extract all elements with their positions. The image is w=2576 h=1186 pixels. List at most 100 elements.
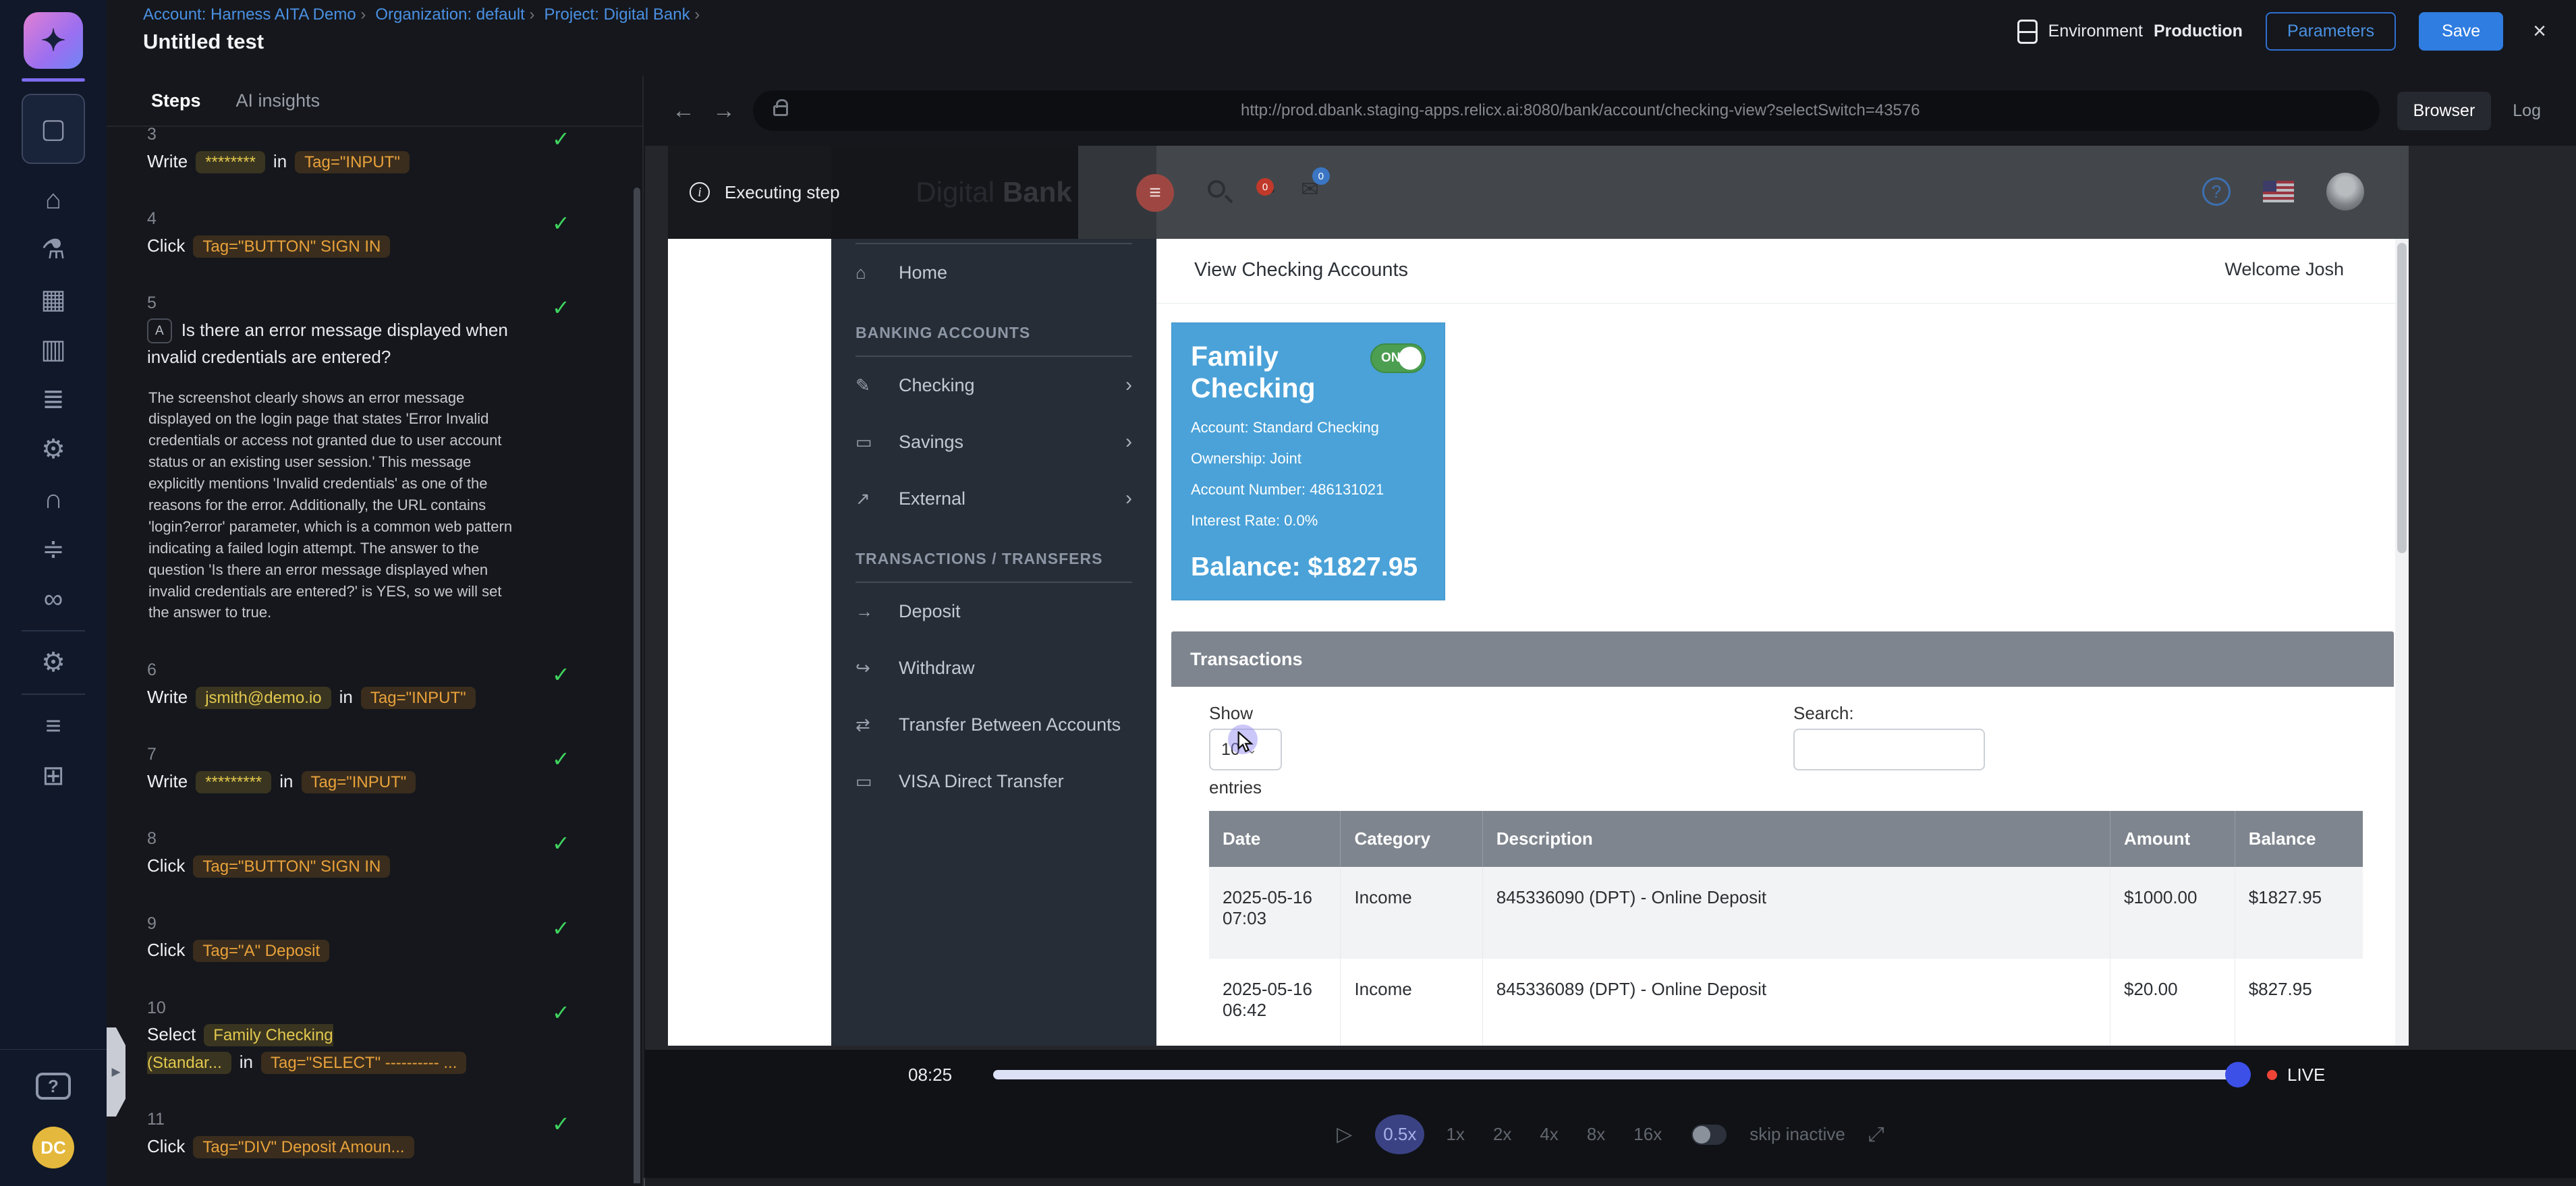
- steps-scrollbar[interactable]: [634, 188, 640, 1183]
- sidebar-item-visa-direct-transfer[interactable]: ▭ VISA Direct Transfer: [831, 753, 1156, 810]
- table-column-header[interactable]: Date: [1209, 811, 1341, 867]
- progress-thumb[interactable]: [2225, 1062, 2251, 1088]
- speed-option[interactable]: 4x: [1533, 1119, 1565, 1150]
- user-avatar[interactable]: DC: [32, 1127, 74, 1168]
- step-row[interactable]: 11ClickTag="DIV" Deposit Amoun...: [147, 1100, 605, 1166]
- gear-icon[interactable]: ⚙: [22, 424, 85, 474]
- forward-icon[interactable]: →: [712, 98, 735, 124]
- sidebar-item-external[interactable]: ↗ External ›: [831, 470, 1156, 527]
- step-row[interactable]: 9ClickTag="A" Deposit: [147, 904, 605, 971]
- home-icon: ⌂: [856, 262, 899, 283]
- step-row[interactable]: 7Write*********inTag="INPUT": [147, 735, 605, 801]
- page-size-select[interactable]: 10 ⌄: [1209, 729, 1282, 770]
- cell-category: Income: [1341, 867, 1482, 959]
- view-mode-tab[interactable]: Browser: [2397, 92, 2492, 130]
- transactions-table: DateCategoryDescriptionAmountBalance 202…: [1209, 811, 2363, 1046]
- breadcrumb: Account: Harness AITA Demo › Organizatio…: [143, 5, 700, 24]
- sidebar-item-home[interactable]: ⌂ Home: [831, 244, 1156, 301]
- table-column-header[interactable]: Description: [1482, 811, 2110, 867]
- list-icon[interactable]: ≣: [22, 374, 85, 424]
- us-flag-icon[interactable]: [2263, 181, 2294, 202]
- save-button[interactable]: Save: [2419, 12, 2503, 51]
- speed-option[interactable]: 8x: [1580, 1119, 1612, 1150]
- rail-divider[interactable]: [22, 687, 85, 701]
- page-scrollbar[interactable]: [2395, 239, 2409, 1046]
- playback-controls: ▷ 0.5x1x2x4x8x16x skip inactive ⤢: [645, 1114, 2576, 1154]
- sidebar-item-transfer-between-accounts[interactable]: ⇄ Transfer Between Accounts: [831, 696, 1156, 753]
- step-number: 9: [147, 911, 179, 937]
- table-row[interactable]: 2025-05-16 06:42 Income 845336089 (DPT) …: [1209, 959, 2363, 1046]
- panel-collapse-handle[interactable]: ▶: [107, 1027, 125, 1117]
- scrollbar-thumb[interactable]: [2397, 243, 2407, 553]
- sidebar-item-checking[interactable]: ✎ Checking ›: [831, 357, 1156, 414]
- table-row[interactable]: 2025-05-16 07:03 Income 845336090 (DPT) …: [1209, 867, 2363, 959]
- skip-inactive-toggle[interactable]: [1691, 1125, 1727, 1145]
- speed-option[interactable]: 16x: [1627, 1119, 1669, 1150]
- close-icon[interactable]: ×: [2526, 18, 2553, 45]
- step-action: Click: [147, 940, 185, 960]
- mouse-cursor-icon: [1236, 731, 1256, 754]
- step-part: *********: [196, 771, 271, 793]
- hamburger-menu-button[interactable]: ≡: [1136, 174, 1174, 212]
- account-on-toggle[interactable]: ON: [1370, 343, 1426, 373]
- layers-settings-icon[interactable]: ≡: [22, 701, 85, 751]
- step-row[interactable]: 4ClickTag="BUTTON" SIGN IN: [147, 199, 605, 266]
- sidebar-item-icon: ⇄: [856, 714, 899, 735]
- step-row[interactable]: 8ClickTag="BUTTON" SIGN IN: [147, 819, 605, 886]
- grid-icon[interactable]: ▦: [22, 275, 85, 324]
- back-icon[interactable]: ←: [672, 98, 695, 124]
- home-icon[interactable]: ⌂: [22, 175, 85, 225]
- org-settings-icon[interactable]: ⊞: [22, 751, 85, 801]
- step-part: Tag="DIV" Deposit Amoun...: [193, 1136, 414, 1158]
- top-bar: Account: Harness AITA Demo › Organizatio…: [107, 0, 2576, 76]
- parameters-button[interactable]: Parameters: [2266, 12, 2396, 51]
- breadcrumb-link[interactable]: Account: Harness AITA Demo: [143, 5, 356, 24]
- flask-icon[interactable]: ⚗: [22, 225, 85, 275]
- harness-ai-logo-icon[interactable]: ✦: [24, 12, 83, 69]
- sidebar-item-savings[interactable]: ▭ Savings ›: [831, 414, 1156, 470]
- columns-icon[interactable]: ▥: [22, 324, 85, 374]
- table-column-header[interactable]: Balance: [2235, 811, 2363, 867]
- step-action: Write: [147, 151, 188, 171]
- messages-envelope-icon[interactable]: ✉0: [1301, 178, 1319, 200]
- url-bar[interactable]: http://prod.dbank.staging-apps.relicx.ai…: [753, 90, 2380, 131]
- view-mode-tab[interactable]: Log: [2496, 92, 2557, 130]
- breadcrumb-link[interactable]: Organization: default: [375, 5, 524, 24]
- monitor-icon[interactable]: ∩: [22, 474, 85, 524]
- rail-divider[interactable]: [22, 624, 85, 638]
- profile-avatar[interactable]: [2326, 173, 2364, 210]
- step-row[interactable]: 10SelectFamily Checking (Standar...inTag…: [147, 988, 605, 1082]
- steps-list: 3Write********inTag="INPUT" 4ClickTag="B…: [107, 127, 642, 1183]
- link-icon[interactable]: ∞: [22, 574, 85, 624]
- fullscreen-icon[interactable]: ⤢: [1868, 1123, 1884, 1146]
- speed-option[interactable]: 0.5x: [1375, 1114, 1424, 1154]
- bank-sidebar: ⌂ Home BANKING ACCOUNTS: [831, 239, 1156, 1046]
- step-part: in: [339, 687, 353, 707]
- speed-option[interactable]: 1x: [1439, 1119, 1471, 1150]
- playback-progress-bar[interactable]: [993, 1070, 2240, 1079]
- search-icon[interactable]: [1208, 180, 1225, 198]
- family-checking-card[interactable]: Family Checking ON Account: Standard Che…: [1171, 322, 1445, 600]
- speed-option[interactable]: 2x: [1486, 1119, 1518, 1150]
- table-column-header[interactable]: Amount: [2110, 811, 2235, 867]
- search-input[interactable]: [1793, 729, 1985, 770]
- settings-icon[interactable]: ⚙: [22, 638, 85, 687]
- sliders-icon[interactable]: ≑: [22, 524, 85, 574]
- help-chat-icon[interactable]: ?: [36, 1073, 71, 1100]
- play-button[interactable]: ▷: [1337, 1123, 1352, 1146]
- steps-panel-tab[interactable]: Steps: [151, 90, 201, 111]
- sidebar-item-deposit[interactable]: → Deposit: [831, 583, 1156, 640]
- breadcrumb-link[interactable]: Project: Digital Bank: [544, 5, 690, 24]
- steps-panel-tab[interactable]: AI insights: [236, 90, 320, 111]
- step-row[interactable]: 5AIs there an error message displayed wh…: [147, 283, 605, 633]
- help-icon[interactable]: ?: [2202, 177, 2231, 206]
- step-row[interactable]: 3Write********inTag="INPUT": [147, 127, 605, 181]
- playback-time: 08:25: [908, 1065, 952, 1085]
- sidebar-item-label: Checking: [899, 375, 975, 396]
- table-column-header[interactable]: Category: [1341, 811, 1482, 867]
- lock-icon: [773, 105, 788, 116]
- environment-selector[interactable]: Environment Production: [2017, 20, 2243, 44]
- module-box-icon[interactable]: ▢: [22, 94, 85, 164]
- sidebar-item-withdraw[interactable]: ↪ Withdraw: [831, 640, 1156, 696]
- step-row[interactable]: 6Writejsmith@demo.ioinTag="INPUT": [147, 650, 605, 717]
